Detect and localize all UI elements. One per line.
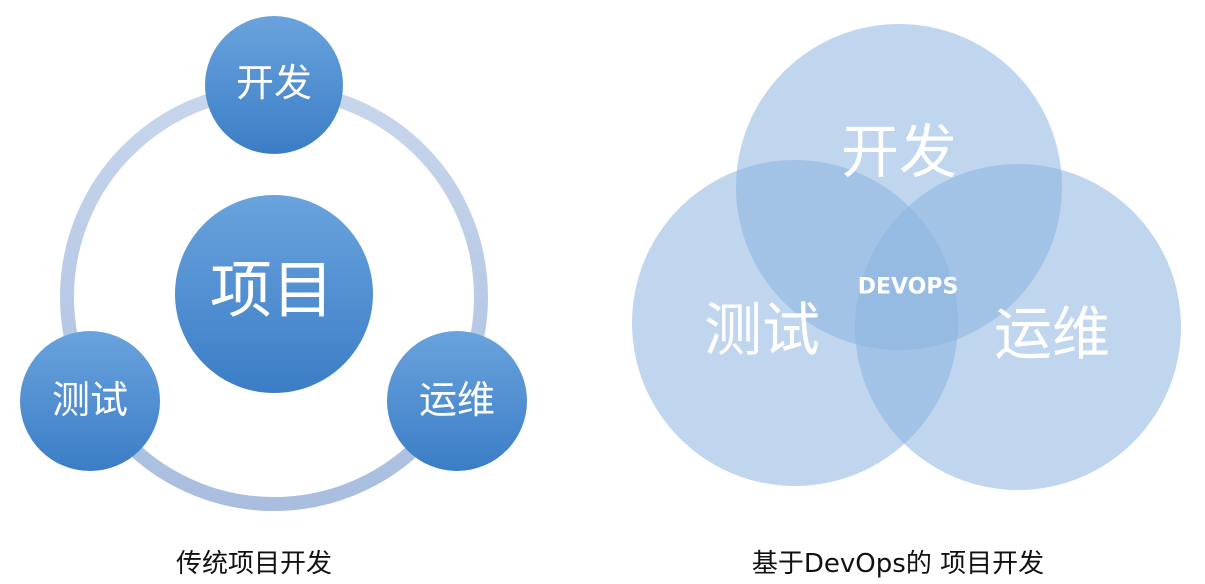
venn-label-ops: 运维 [994, 300, 1110, 368]
node-label-dev: 开发 [236, 61, 312, 105]
traditional-diagram: 开发 项目 测试 运维 传统项目开发 [20, 16, 527, 579]
traditional-caption: 传统项目开发 [176, 549, 332, 579]
devops-diagram: 开发 测试 运维 DEVOPS 基于DevOps的 项目开发 [632, 24, 1181, 579]
venn-label-devops: DEVOPS [858, 275, 959, 300]
node-label-test: 测试 [52, 378, 128, 422]
diagram-canvas: 开发 项目 测试 运维 传统项目开发 开发 测试 运维 DEVOPS 基于Dev… [20, 16, 1181, 579]
node-label-project: 项目 [210, 254, 334, 327]
venn-label-test: 测试 [704, 296, 820, 364]
traditional-node-center: 项目 [175, 195, 373, 393]
devops-caption: 基于DevOps的 项目开发 [752, 549, 1044, 579]
venn-label-dev: 开发 [841, 118, 957, 186]
traditional-node-top: 开发 [205, 16, 343, 154]
traditional-node-right: 运维 [387, 331, 527, 471]
traditional-node-left: 测试 [20, 331, 160, 471]
node-label-ops: 运维 [419, 378, 495, 422]
